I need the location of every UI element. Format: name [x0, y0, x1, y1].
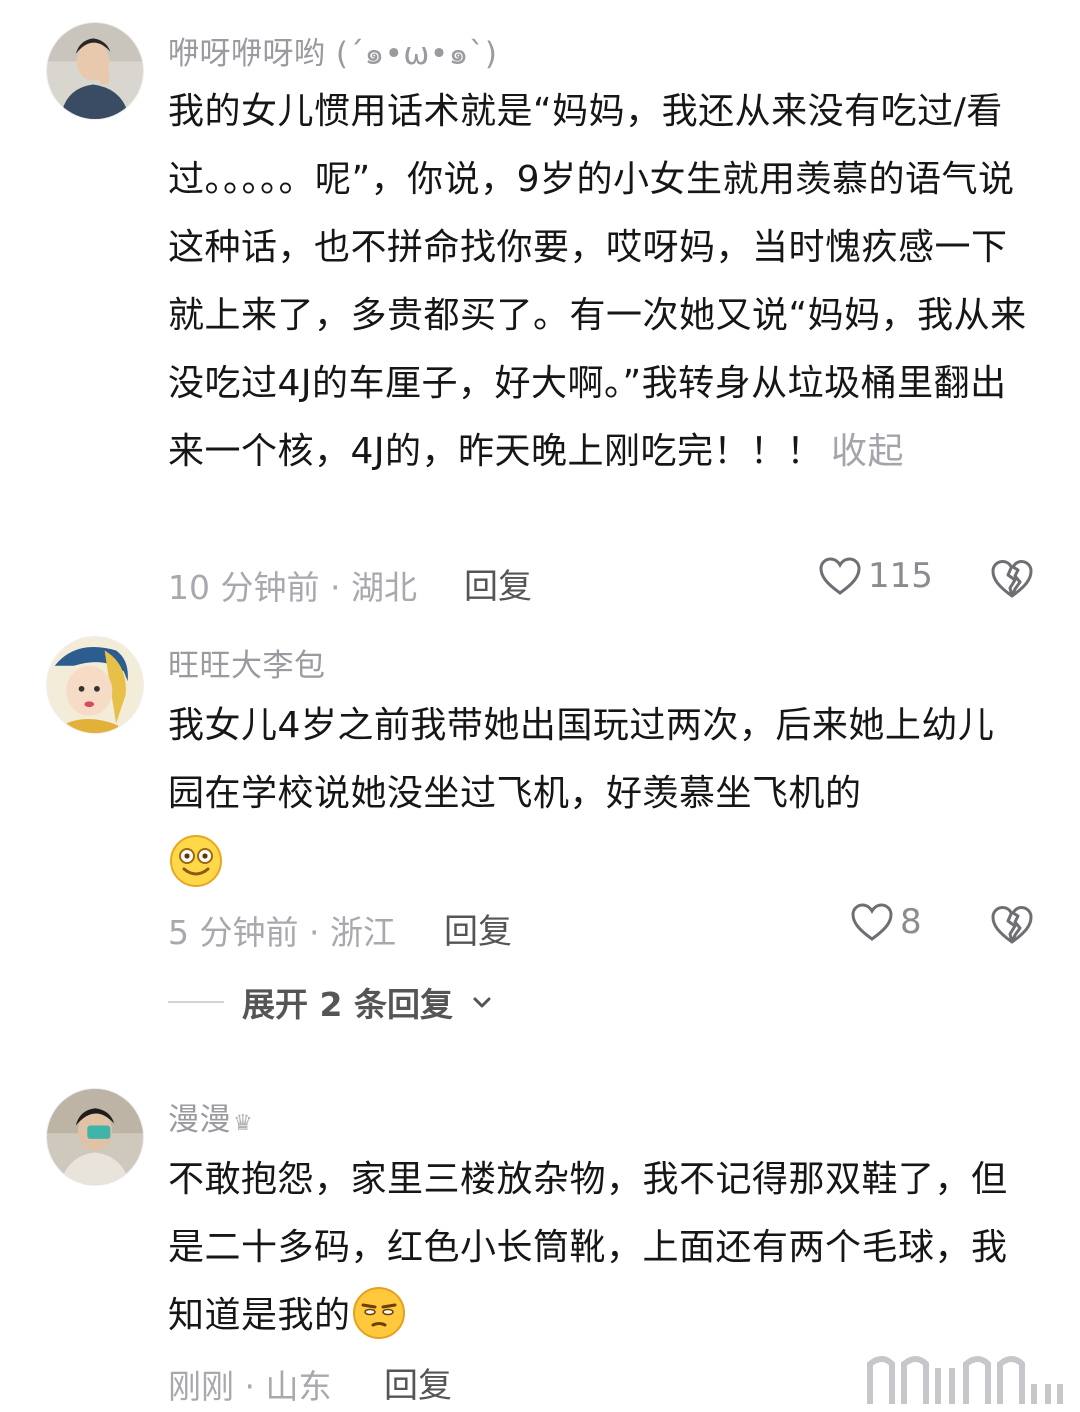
- collapse-link[interactable]: 收起: [831, 431, 904, 472]
- like-count: 115: [868, 556, 933, 596]
- reply-button[interactable]: 回复: [384, 1358, 452, 1407]
- like-count: 8: [900, 902, 922, 942]
- reply-button[interactable]: 回复: [464, 559, 532, 608]
- dizzy-smile-emoji: [170, 835, 222, 887]
- username[interactable]: 漫漫♛: [168, 1094, 253, 1139]
- unamused-face-emoji: [352, 1287, 405, 1339]
- like-button[interactable]: 115: [818, 556, 933, 596]
- expand-replies-button[interactable]: 展开 2 条回复: [168, 978, 493, 1026]
- chevron-down-icon: [473, 997, 491, 1008]
- watermark: [862, 1354, 1072, 1408]
- comment-meta: 刚刚 · 山东: [168, 1367, 332, 1406]
- broken-heart-icon[interactable]: [990, 558, 1034, 600]
- comment-text-content: 我的女儿惯用话术就是“妈妈，我还从来没有吃过/看过。。。。。呢”，你说，9岁的小…: [168, 91, 1027, 472]
- avatar[interactable]: [46, 1088, 144, 1186]
- comment-list: 咿呀咿呀哟 (´๑•ω•๑`) 我的女儿惯用话术就是“妈妈，我还从来没有吃过/看…: [0, 0, 1080, 1412]
- crown-badge-icon: ♛: [233, 1111, 254, 1136]
- heart-icon: [819, 557, 861, 595]
- comment-text: 不敢抱怨，家里三楼放杂物，我不记得那双鞋了，但是二十多码，红色小长筒靴，上面还有…: [168, 1146, 1028, 1350]
- comment-meta: 10 分钟前 · 湖北: [168, 568, 417, 607]
- heart-icon: [851, 903, 893, 941]
- username[interactable]: 咿呀咿呀哟 (´๑•ω•๑`): [168, 28, 497, 78]
- broken-heart-icon[interactable]: [990, 904, 1034, 946]
- avatar[interactable]: [46, 22, 144, 120]
- comment-text: 我的女儿惯用话术就是“妈妈，我还从来没有吃过/看过。。。。。呢”，你说，9岁的小…: [168, 78, 1040, 486]
- username[interactable]: 旺旺大李包: [168, 640, 326, 685]
- comment-text-content: 不敢抱怨，家里三楼放杂物，我不记得那双鞋了，但是二十多码，红色小长筒靴，上面还有…: [168, 1159, 1008, 1336]
- avatar[interactable]: [46, 636, 144, 734]
- comment-meta: 5 分钟前 · 浙江: [168, 913, 396, 952]
- username-text: 漫漫: [168, 1102, 231, 1138]
- comment-text: 我女儿4岁之前我带她出国玩过两次，后来她上幼儿园在学校说她没坐过飞机，好羡慕坐飞…: [168, 692, 1026, 896]
- expand-replies-label: 展开 2 条回复: [242, 985, 453, 1024]
- like-button[interactable]: 8: [850, 902, 922, 942]
- watermark-logo: [867, 1356, 1063, 1404]
- comment-text-content: 我女儿4岁之前我带她出国玩过两次，后来她上幼儿园在学校说她没坐过飞机，好羡慕坐飞…: [168, 705, 995, 814]
- divider: [168, 1001, 224, 1003]
- reply-button[interactable]: 回复: [444, 904, 512, 953]
